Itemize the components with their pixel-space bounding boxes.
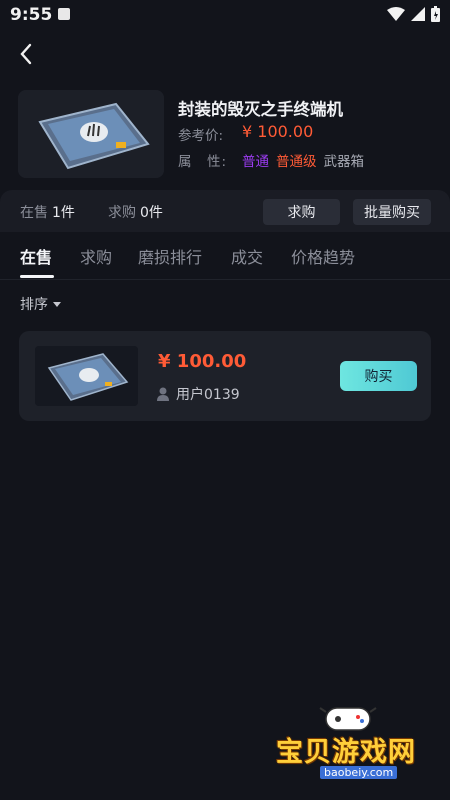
signal-icon	[411, 7, 425, 21]
sort-label: 排序	[20, 297, 48, 313]
tab-bar: 在售 求购 磨损排行 成交 价格趋势	[0, 238, 450, 280]
watermark-url: baobeiy.com	[320, 766, 398, 779]
user-icon	[157, 387, 169, 401]
status-time: 9:55	[10, 5, 53, 25]
reference-price-label: 参考价:	[178, 128, 224, 144]
product-image	[18, 90, 164, 178]
product-title: 封装的毁灭之手终端机	[178, 100, 343, 119]
gamepad-icon	[319, 707, 377, 731]
stats-bar: 在售 1件 求购 0件 求购 批量购买	[0, 190, 450, 232]
caret-down-icon	[53, 301, 61, 307]
watermark-title: 宝贝游戏网	[276, 737, 416, 768]
buy-button[interactable]: 购买	[340, 361, 417, 391]
battery-icon	[431, 6, 440, 22]
chevron-left-icon	[20, 43, 32, 65]
want-to-buy-button[interactable]: 求购	[263, 199, 340, 225]
bulk-buy-button[interactable]: 批量购买	[353, 199, 431, 225]
on-sale-stat: 在售 1件	[20, 205, 75, 221]
tab-on-sale[interactable]: 在售	[20, 244, 52, 268]
tab-price-trend[interactable]: 价格趋势	[291, 244, 355, 268]
active-tab-indicator	[20, 275, 54, 278]
status-bar: 9:55	[0, 0, 450, 30]
listing-price: ¥ 100.00	[158, 351, 247, 372]
tab-deals[interactable]: 成交	[231, 244, 263, 268]
attribute-label: 属 性:	[178, 154, 228, 170]
sort-dropdown[interactable]: 排序	[20, 294, 61, 314]
status-icons	[387, 6, 440, 22]
listing-image	[35, 346, 138, 406]
attribute-tags: 普通 普通级 武器箱	[242, 150, 364, 170]
wanted-count: 0件	[140, 205, 163, 221]
wanted-stat: 求购 0件	[108, 205, 163, 221]
listing-card[interactable]: ¥ 100.00 用户0139 购买	[19, 331, 431, 421]
wifi-icon	[387, 7, 405, 21]
back-button[interactable]	[14, 40, 38, 68]
category-tag: 武器箱	[323, 154, 365, 170]
watermark-logo: 宝贝游戏网 baobeiy.com	[268, 700, 428, 785]
tab-wear-ranking[interactable]: 磨损排行	[138, 244, 202, 268]
on-sale-count: 1件	[52, 205, 75, 221]
reference-price: ¥ 100.00	[242, 122, 314, 141]
rarity-tag: 普通	[242, 154, 269, 170]
seller-info: 用户0139	[156, 384, 240, 404]
notification-icon	[58, 8, 70, 20]
tab-wanted[interactable]: 求购	[80, 244, 112, 268]
grade-tag: 普通级	[276, 154, 317, 170]
seller-name: 用户0139	[176, 387, 240, 403]
